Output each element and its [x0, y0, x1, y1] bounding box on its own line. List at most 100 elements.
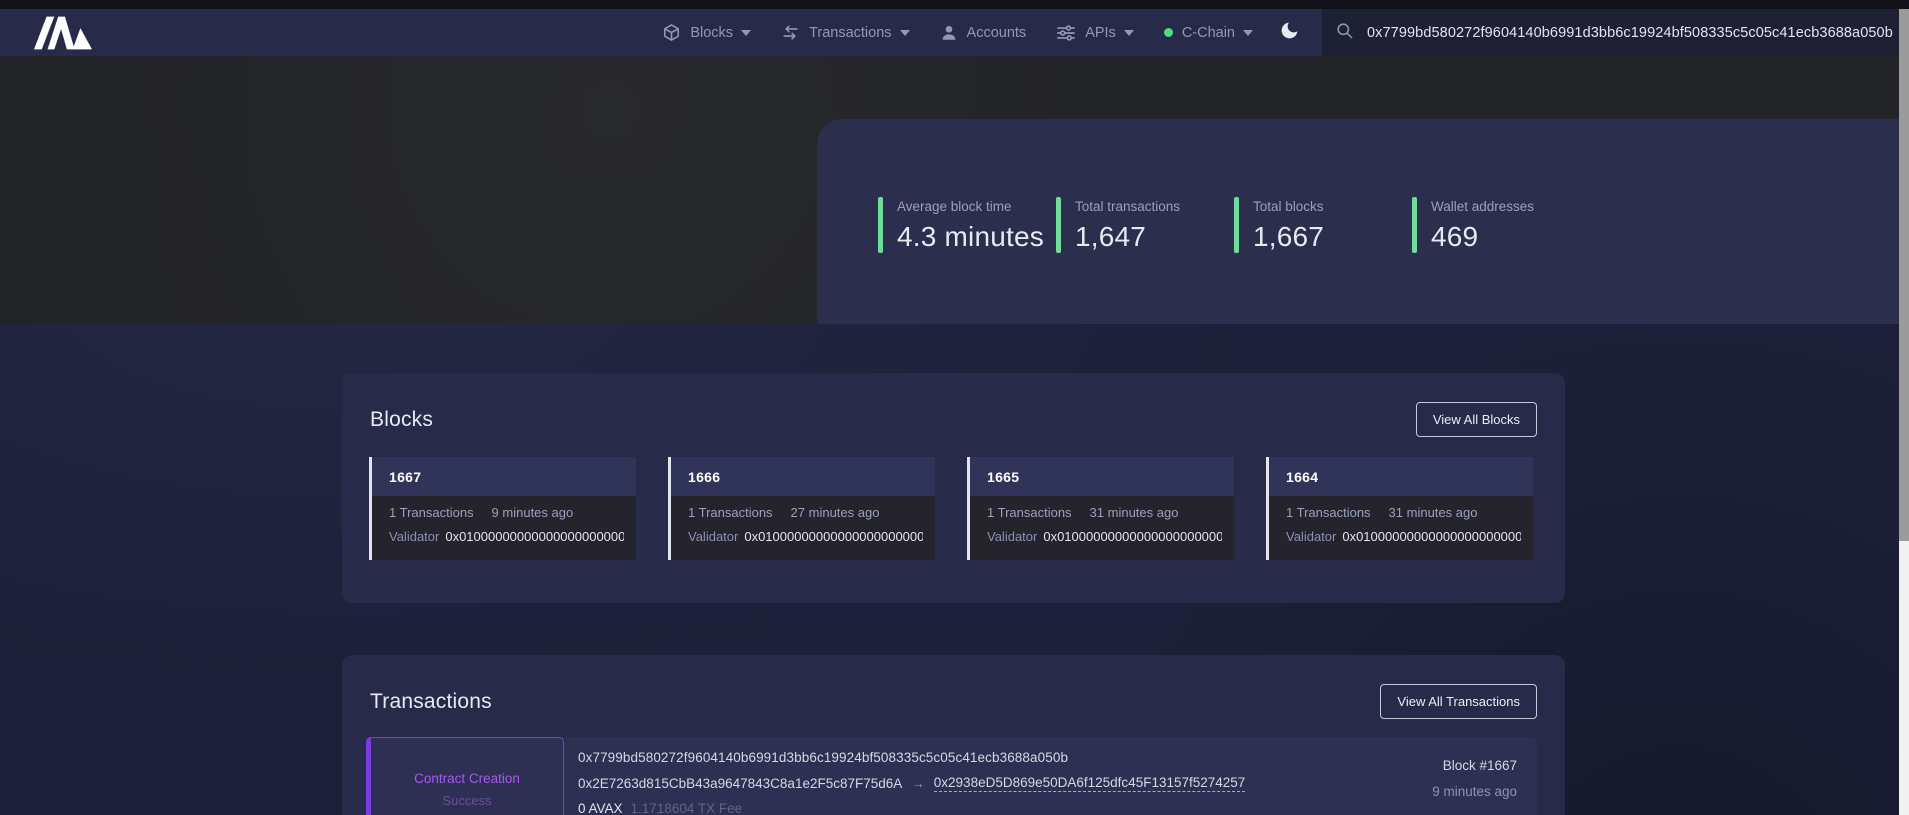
page-scrollbar[interactable] [1899, 9, 1909, 815]
validator-address[interactable]: 0x0100000000000000000000000... [744, 529, 923, 544]
scrollbar-thumb[interactable] [1899, 9, 1909, 541]
transaction-row[interactable]: Contract Creation Success 0x7799bd580272… [366, 737, 1537, 815]
block-card[interactable]: 1664 1 Transactions 31 minutes ago Valid… [1266, 457, 1533, 560]
block-age: 31 minutes ago [1090, 505, 1179, 520]
stat-wallet-addresses: Wallet addresses 469 [1412, 197, 1590, 253]
search-bar[interactable]: 0x7799bd580272f9604140b6991d3bb6c19924bf… [1322, 9, 1909, 56]
block-age: 31 minutes ago [1389, 505, 1478, 520]
nav-item-label: Transactions [809, 25, 891, 41]
view-all-transactions-button[interactable]: View All Transactions [1380, 684, 1537, 719]
transactions-title: Transactions [370, 690, 492, 714]
main-content: Blocks View All Blocks 1667 1 Transactio… [0, 324, 1909, 815]
stat-accent-bar [1234, 197, 1239, 253]
block-card-edge [967, 457, 970, 560]
nav-item-apis[interactable]: APIs [1056, 24, 1134, 42]
moon-icon [1279, 20, 1300, 46]
nav-item-blocks[interactable]: Blocks [662, 23, 751, 42]
search-input[interactable]: 0x7799bd580272f9604140b6991d3bb6c19924bf… [1367, 25, 1893, 41]
cube-icon [662, 23, 681, 42]
navbar: Blocks Transactions Accounts [0, 9, 1909, 56]
block-card-edge [369, 457, 372, 560]
nav-item-chain-selector[interactable]: C-Chain [1164, 25, 1253, 41]
block-card-body: 1 Transactions 31 minutes ago Validator … [1269, 496, 1533, 560]
block-age: 27 minutes ago [791, 505, 880, 520]
transaction-status-badge: Success [442, 793, 491, 808]
stat-value: 1,647 [1075, 221, 1180, 253]
block-tx-count: 1 Transactions [389, 505, 474, 520]
chevron-down-icon [741, 30, 751, 36]
stat-value: 1,667 [1253, 221, 1324, 253]
transaction-block-link[interactable]: Block #1667 [1432, 758, 1517, 773]
nav-item-label: C-Chain [1182, 25, 1235, 41]
nav-menu: Blocks Transactions Accounts [662, 23, 1253, 42]
block-tx-count: 1 Transactions [987, 505, 1072, 520]
window-top-strip [0, 0, 1909, 9]
chevron-down-icon [900, 30, 910, 36]
blocks-title: Blocks [370, 408, 433, 432]
search-icon [1335, 21, 1354, 45]
stat-value: 4.3 minutes [897, 221, 1044, 253]
block-card-header: 1667 [372, 457, 636, 496]
transaction-details: 0x7799bd580272f9604140b6991d3bb6c19924bf… [578, 750, 1245, 815]
validator-address[interactable]: 0x0100000000000000000000000... [445, 529, 624, 544]
view-all-blocks-button[interactable]: View All Blocks [1416, 402, 1537, 437]
chain-status-dot [1164, 28, 1173, 37]
transaction-age: 9 minutes ago [1432, 784, 1517, 799]
nav-item-accounts[interactable]: Accounts [940, 24, 1027, 42]
transaction-meta: Block #1667 9 minutes ago [1432, 758, 1517, 799]
avalanche-logo[interactable] [34, 16, 92, 50]
nav-item-label: Accounts [967, 25, 1027, 41]
transactions-panel-header: Transactions View All Transactions [370, 684, 1537, 719]
validator-address[interactable]: 0x0100000000000000000000000... [1342, 529, 1521, 544]
block-number[interactable]: 1666 [688, 469, 720, 485]
chevron-down-icon [1124, 30, 1134, 36]
transfer-arrows-icon [781, 23, 800, 42]
validator-address[interactable]: 0x0100000000000000000000000... [1043, 529, 1222, 544]
from-address-link[interactable]: 0x2E7263d815CbB43a9647843C8a1e2F5c87F75d… [578, 776, 902, 791]
blocks-panel-header: Blocks View All Blocks [370, 402, 1537, 437]
network-stats-card: Average block time 4.3 minutes Total tra… [817, 119, 1909, 324]
stat-label: Average block time [897, 197, 1044, 214]
block-cards-row: 1667 1 Transactions 9 minutes ago Valida… [369, 457, 1533, 560]
transaction-fee: 1.1718604 TX Fee [631, 801, 743, 815]
stat-value: 469 [1431, 221, 1534, 253]
nav-item-label: Blocks [690, 25, 733, 41]
block-tx-count: 1 Transactions [688, 505, 773, 520]
person-icon [940, 24, 958, 42]
block-number[interactable]: 1664 [1286, 469, 1318, 485]
block-card-body: 1 Transactions 9 minutes ago Validator 0… [372, 496, 636, 560]
sliders-icon [1056, 24, 1076, 42]
blocks-panel: Blocks View All Blocks 1667 1 Transactio… [342, 373, 1565, 603]
validator-label: Validator [389, 529, 439, 544]
stat-label: Wallet addresses [1431, 197, 1534, 214]
validator-label: Validator [1286, 529, 1336, 544]
nav-item-label: APIs [1085, 25, 1116, 41]
block-card-body: 1 Transactions 31 minutes ago Validator … [970, 496, 1234, 560]
block-card[interactable]: 1667 1 Transactions 9 minutes ago Valida… [369, 457, 636, 560]
block-card-header: 1665 [970, 457, 1234, 496]
nav-item-transactions[interactable]: Transactions [781, 23, 909, 42]
stat-accent-bar [1412, 197, 1417, 253]
stat-label: Total blocks [1253, 197, 1324, 214]
block-card[interactable]: 1666 1 Transactions 27 minutes ago Valid… [668, 457, 935, 560]
transaction-amount: 0 AVAX [578, 801, 623, 815]
arrow-right-icon: → [911, 776, 925, 791]
block-number[interactable]: 1665 [987, 469, 1019, 485]
block-number[interactable]: 1667 [389, 469, 421, 485]
transaction-type-cell: Contract Creation Success [366, 737, 564, 815]
validator-label: Validator [987, 529, 1037, 544]
stat-total-transactions: Total transactions 1,647 [1056, 197, 1234, 253]
to-address-link[interactable]: 0x2938eD5D869e50DA6f125dfc45F13157f52742… [934, 775, 1246, 792]
validator-label: Validator [688, 529, 738, 544]
chevron-down-icon [1243, 30, 1253, 36]
transaction-hash-link[interactable]: 0x7799bd580272f9604140b6991d3bb6c19924bf… [578, 750, 1245, 765]
block-age: 9 minutes ago [492, 505, 574, 520]
dark-mode-toggle[interactable] [1279, 20, 1300, 46]
block-card-body: 1 Transactions 27 minutes ago Validator … [671, 496, 935, 560]
hero-section: Average block time 4.3 minutes Total tra… [0, 56, 1909, 324]
block-card[interactable]: 1665 1 Transactions 31 minutes ago Valid… [967, 457, 1234, 560]
stat-average-block-time: Average block time 4.3 minutes [878, 197, 1056, 253]
stat-total-blocks: Total blocks 1,667 [1234, 197, 1412, 253]
stats-row: Average block time 4.3 minutes Total tra… [878, 197, 1590, 253]
block-card-edge [668, 457, 671, 560]
